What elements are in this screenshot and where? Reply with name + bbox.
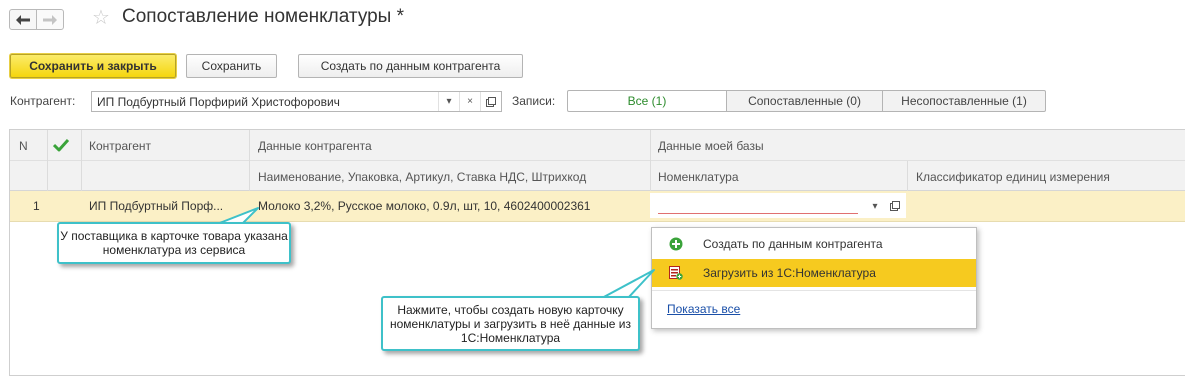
- header-counterparty-data[interactable]: Данные контрагента: [258, 139, 372, 153]
- menu-item-create-from-counterparty[interactable]: Создать по данным контрагента: [652, 230, 976, 258]
- plus-circle-icon: [669, 237, 683, 251]
- create-from-counterparty-button[interactable]: Создать по данным контрагента: [298, 54, 523, 78]
- header-nomenclature[interactable]: Номенклатура: [658, 170, 739, 184]
- tab-unmatched[interactable]: Несопоставленные (1): [882, 90, 1046, 112]
- arrow-left-icon: [16, 14, 30, 25]
- table-header-left: [10, 161, 249, 191]
- callout-click-hint: Нажмите, чтобы создать новую карточку но…: [381, 296, 640, 351]
- favorite-star-icon[interactable]: ☆: [92, 7, 110, 29]
- header-counterparty[interactable]: Контрагент: [89, 139, 151, 153]
- header-units[interactable]: Классификатор единиц измерения: [916, 170, 1110, 184]
- clear-icon[interactable]: ×: [459, 92, 480, 111]
- table-header: [10, 130, 1185, 161]
- row-counterparty: ИП Подбуртный Порф...: [89, 199, 224, 213]
- nomenclature-cell[interactable]: ▾: [650, 193, 906, 218]
- table-row[interactable]: 1 ИП Подбуртный Порф... Молоко 3,2%, Рус…: [10, 191, 1185, 222]
- counterparty-value: ИП Подбуртный Порфирий Христофорович: [97, 95, 340, 109]
- callout-supplier-note: У поставщика в карточке товара указана н…: [57, 222, 291, 264]
- page-title: Сопоставление номенклатуры *: [122, 6, 405, 27]
- row-counterparty-data: Молоко 3,2%, Русское молоко, 0.9л, шт, 1…: [258, 199, 591, 213]
- row-n: 1: [33, 199, 40, 213]
- header-my-data[interactable]: Данные моей базы: [658, 139, 764, 153]
- load-catalog-icon: [669, 266, 683, 280]
- save-and-close-button[interactable]: Сохранить и закрыть: [10, 54, 176, 78]
- open-icon[interactable]: [480, 92, 501, 111]
- callout-text: У поставщика в карточке товара указана н…: [60, 229, 288, 257]
- forward-button[interactable]: [36, 9, 64, 30]
- nomenclature-input[interactable]: [658, 196, 858, 214]
- counterparty-field[interactable]: ИП Подбуртный Порфирий Христофорович ▾ ×: [91, 91, 502, 112]
- dropdown-arrow-icon[interactable]: ▾: [866, 197, 884, 215]
- tab-all[interactable]: Все (1): [567, 90, 727, 112]
- dropdown-arrow-icon[interactable]: ▾: [438, 92, 459, 111]
- open-icon[interactable]: [886, 197, 904, 215]
- menu-item-load-from-catalog[interactable]: Загрузить из 1С:Номенклатура: [652, 259, 976, 287]
- arrow-right-icon: [43, 14, 57, 25]
- check-icon[interactable]: [52, 138, 70, 155]
- header-n[interactable]: N: [19, 139, 28, 153]
- menu-item-label: Загрузить из 1С:Номенклатура: [703, 266, 876, 280]
- nomenclature-dropdown: Создать по данным контрагента Загрузить …: [651, 227, 977, 329]
- header-counterparty-data-sub[interactable]: Наименование, Упаковка, Артикул, Ставка …: [258, 170, 586, 184]
- save-button[interactable]: Сохранить: [186, 54, 277, 78]
- menu-item-label: Создать по данным контрагента: [703, 237, 883, 251]
- records-label: Записи:: [512, 94, 556, 108]
- show-all-link[interactable]: Показать все: [667, 302, 740, 316]
- callout-text: Нажмите, чтобы создать новую карточку но…: [390, 303, 631, 345]
- back-button[interactable]: [9, 9, 37, 30]
- tab-matched[interactable]: Сопоставленные (0): [726, 90, 883, 112]
- counterparty-label: Контрагент:: [10, 94, 76, 108]
- menu-separator: [652, 290, 976, 291]
